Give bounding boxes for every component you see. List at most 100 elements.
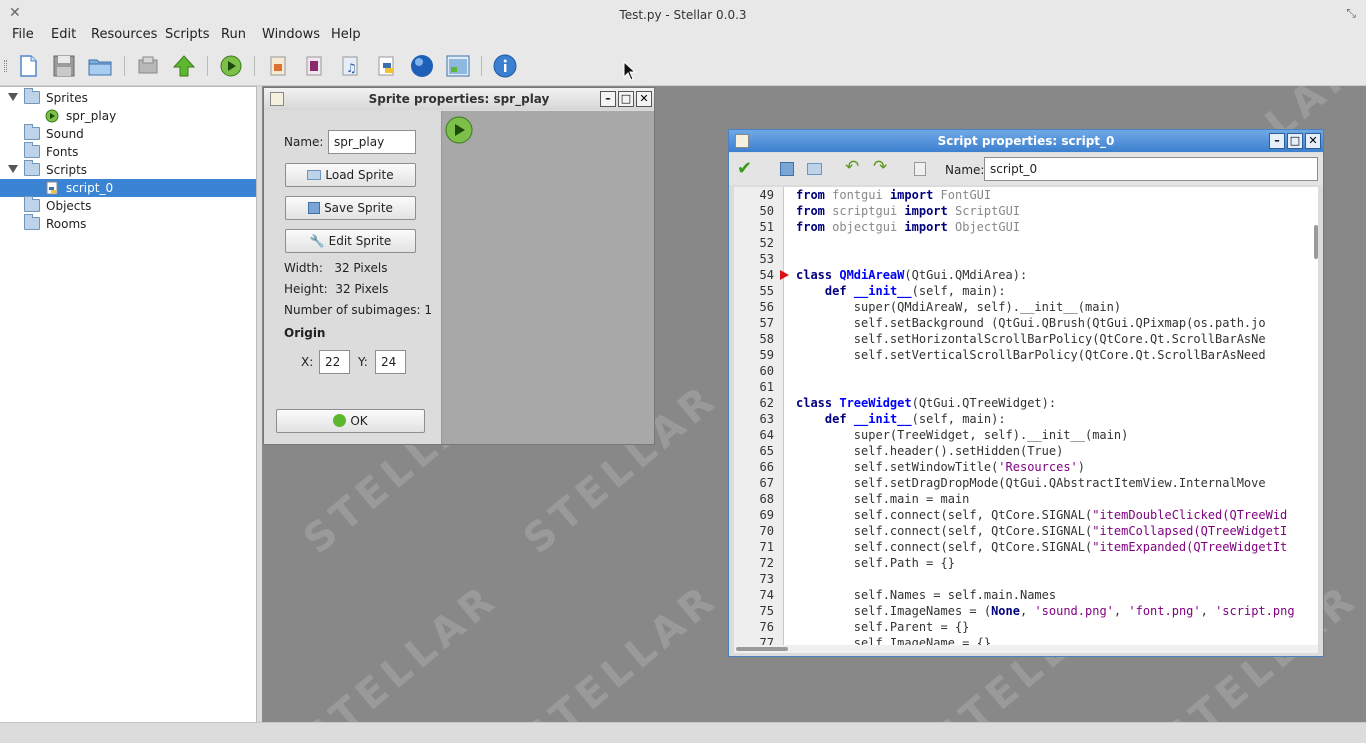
- maximize-button[interactable]: □: [618, 91, 634, 107]
- svg-text:♫: ♫: [346, 61, 357, 75]
- close-icon[interactable]: ✕: [9, 0, 21, 28]
- menu-scripts[interactable]: Scripts: [165, 26, 209, 43]
- menu-windows[interactable]: Windows: [262, 26, 320, 43]
- tree-item-sprites[interactable]: Sprites: [0, 88, 256, 107]
- line-number: 73: [759, 572, 774, 586]
- maximize-button[interactable]: □: [1287, 133, 1303, 149]
- open-folder-icon[interactable]: [88, 54, 112, 78]
- folder-icon: [24, 160, 40, 176]
- resource-tree: Sprites spr_play Sound Fonts Scripts scr…: [0, 86, 257, 722]
- close-button[interactable]: ✕: [636, 91, 652, 107]
- menu-bar: File Edit Resources Scripts Run Windows …: [0, 26, 1366, 46]
- line-number: 49: [759, 188, 774, 202]
- tree-item-spr-play[interactable]: spr_play: [0, 107, 256, 125]
- menu-help[interactable]: Help: [331, 26, 361, 43]
- menu-run[interactable]: Run: [221, 26, 246, 43]
- window-titlebar: ✕ Test.py - Stellar 0.0.3 ⤡: [0, 0, 1366, 26]
- line-number: 72: [759, 556, 774, 570]
- script-window-titlebar[interactable]: Script properties: script_0 – □ ✕: [729, 130, 1323, 152]
- line-number: 71: [759, 540, 774, 554]
- code-line: self.header().setHidden(True): [796, 444, 1064, 458]
- code-line: from scriptgui import ScriptGUI: [796, 204, 1021, 218]
- code-line: self.setBackground (QtGui.QBrush(QtGui.Q…: [796, 316, 1266, 330]
- line-number: 66: [759, 460, 774, 474]
- expand-arrow-icon[interactable]: [8, 165, 18, 173]
- toolbar-handle[interactable]: [4, 60, 7, 72]
- menu-edit[interactable]: Edit: [51, 26, 76, 43]
- tree-item-objects[interactable]: Objects: [0, 196, 256, 215]
- python-icon[interactable]: [374, 54, 398, 78]
- expand-arrow-icon[interactable]: [8, 93, 18, 101]
- line-number: 64: [759, 428, 774, 442]
- sprite-window-titlebar[interactable]: Sprite properties: spr_play – □ ✕: [264, 88, 654, 110]
- code-line: self.Path = {}: [796, 556, 955, 570]
- play-sprite-icon: [45, 109, 59, 123]
- tree-item-script-0[interactable]: script_0: [0, 179, 256, 197]
- script-icon: [45, 181, 59, 195]
- ok-button[interactable]: OK: [276, 409, 425, 433]
- tree-item-scripts[interactable]: Scripts: [0, 160, 256, 179]
- sprite-icon[interactable]: [266, 54, 290, 78]
- watermark-text: STELLAR: [515, 574, 728, 722]
- document-icon[interactable]: [914, 162, 926, 176]
- code-editor[interactable]: 49 from fontgui import FontGUI 50 from scri…: [734, 187, 1318, 645]
- check-icon[interactable]: ✔: [737, 158, 752, 179]
- line-number: 67: [759, 476, 774, 490]
- line-number: 75: [759, 604, 774, 618]
- sprite-icon: [270, 92, 284, 106]
- line-number: 55: [759, 284, 774, 298]
- load-sprite-button[interactable]: Load Sprite: [285, 163, 416, 187]
- height-label: Height: 32 Pixels: [284, 282, 389, 296]
- save-icon[interactable]: [52, 54, 76, 78]
- minimize-button[interactable]: –: [600, 91, 616, 107]
- line-number: 58: [759, 332, 774, 346]
- code-line: self.setVerticalScrollBarPolicy(QtCore.Q…: [796, 348, 1266, 362]
- code-line: self.setHorizontalScrollBarPolicy(QtCore…: [796, 332, 1266, 346]
- script-properties-window: Script properties: script_0 – □ ✕ ✔ ↶ ↷ …: [728, 129, 1324, 657]
- sprite-preview: [441, 111, 654, 444]
- close-button[interactable]: ✕: [1305, 133, 1321, 149]
- folder-icon: [24, 88, 40, 104]
- save-icon[interactable]: [780, 162, 794, 176]
- breakpoint-marker-icon[interactable]: [780, 270, 789, 280]
- vertical-scrollbar[interactable]: [1314, 225, 1318, 259]
- horizontal-scrollbar[interactable]: [736, 647, 788, 651]
- code-line: self.ImageName = {}: [796, 636, 992, 645]
- code-line: self.Parent = {}: [796, 620, 970, 634]
- line-number: 56: [759, 300, 774, 314]
- script-name-input[interactable]: script_0: [984, 157, 1318, 181]
- tree-item-rooms[interactable]: Rooms: [0, 214, 256, 233]
- room-icon[interactable]: [446, 54, 470, 78]
- edit-sprite-button[interactable]: 🔧 Edit Sprite: [285, 229, 416, 253]
- origin-x-input[interactable]: 22: [319, 350, 350, 374]
- upload-icon[interactable]: [172, 54, 196, 78]
- origin-y-input[interactable]: 24: [375, 350, 406, 374]
- name-label: Name:: [945, 163, 985, 177]
- tree-item-fonts[interactable]: Fonts: [0, 142, 256, 161]
- line-number: 60: [759, 364, 774, 378]
- info-icon[interactable]: [493, 54, 517, 78]
- restore-icon[interactable]: ⤡: [1346, 0, 1356, 28]
- open-folder-icon[interactable]: [807, 163, 822, 175]
- redo-icon[interactable]: ↷: [873, 157, 887, 177]
- name-label: Name:: [284, 135, 324, 149]
- line-number: 77: [759, 636, 774, 645]
- music-icon[interactable]: ♫: [338, 54, 362, 78]
- sprite-name-input[interactable]: spr_play: [328, 130, 416, 154]
- tree-item-sound[interactable]: Sound: [0, 124, 256, 143]
- import-icon[interactable]: [136, 54, 160, 78]
- save-sprite-button[interactable]: Save Sprite: [285, 196, 416, 220]
- code-line: from objectgui import ObjectGUI: [796, 220, 1021, 234]
- menu-file[interactable]: File: [12, 26, 34, 43]
- line-number: 61: [759, 380, 774, 394]
- new-file-icon[interactable]: [16, 54, 40, 78]
- minimize-button[interactable]: –: [1269, 133, 1285, 149]
- origin-x-label: X:: [301, 355, 314, 369]
- undo-icon[interactable]: ↶: [845, 157, 859, 177]
- globe-icon[interactable]: [410, 54, 434, 78]
- code-line: from fontgui import FontGUI: [796, 188, 992, 202]
- menu-resources[interactable]: Resources: [91, 26, 157, 43]
- film-icon[interactable]: [302, 54, 326, 78]
- run-icon[interactable]: [219, 54, 243, 78]
- line-number: 74: [759, 588, 774, 602]
